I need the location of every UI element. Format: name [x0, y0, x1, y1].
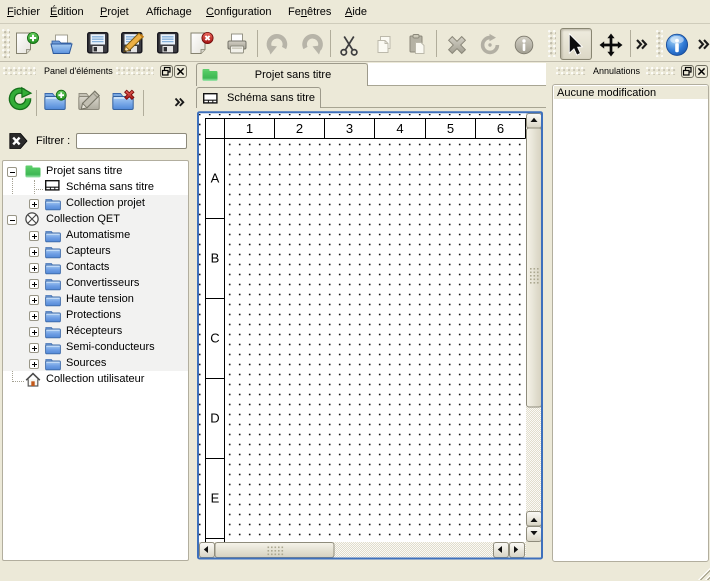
- svg-text:E: E: [211, 491, 220, 506]
- svg-text:6: 6: [497, 121, 504, 136]
- svg-text:2: 2: [296, 121, 303, 136]
- svg-text:A: A: [211, 171, 220, 186]
- svg-text:D: D: [210, 411, 219, 426]
- svg-text:5: 5: [447, 121, 454, 136]
- svg-text:3: 3: [346, 121, 353, 136]
- svg-text:B: B: [211, 251, 220, 266]
- svg-text:C: C: [210, 331, 219, 346]
- svg-text:1: 1: [246, 121, 253, 136]
- svg-text:4: 4: [396, 121, 403, 136]
